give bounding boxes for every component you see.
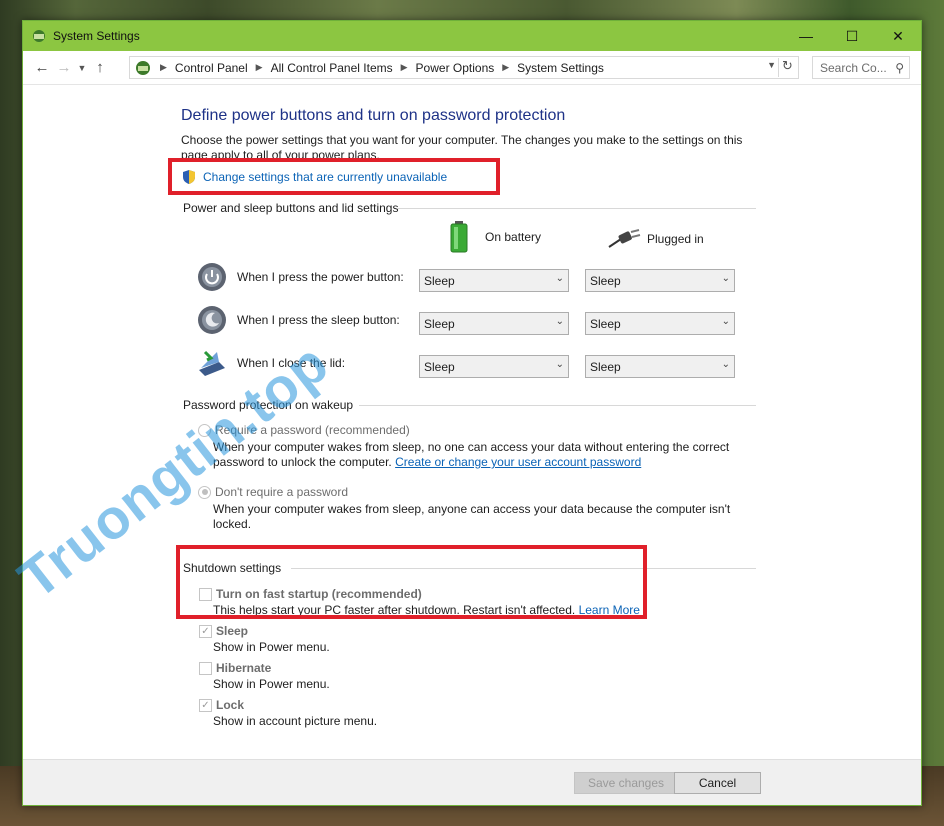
refresh-icon[interactable]: ↻	[778, 58, 796, 77]
highlight-box-change-settings	[168, 158, 500, 195]
system-settings-window: System Settings — ☐ ✕ ← → ▼ ↑ ▶ Control …	[22, 20, 922, 806]
address-dropdown-icon[interactable]: ▼	[767, 60, 776, 70]
forward-arrow-icon[interactable]: →	[53, 59, 75, 76]
close-button[interactable]: ✕	[875, 21, 921, 51]
laptop-lid-icon	[199, 350, 225, 376]
chevron-down-icon: ⌄	[555, 273, 564, 284]
sleep-button-plugged-select[interactable]: Sleep ⌄	[585, 312, 735, 335]
checkmark-icon[interactable]: ✓	[199, 698, 212, 712]
no-password-label: Don't require a password	[215, 485, 349, 499]
title-bar: System Settings — ☐ ✕	[23, 21, 921, 51]
footer-bar: Save changes Cancel	[23, 759, 921, 805]
chevron-down-icon: ⌄	[555, 316, 564, 327]
checkbox-icon[interactable]	[199, 661, 212, 675]
back-arrow-icon[interactable]: ←	[31, 59, 53, 76]
power-button-icon	[198, 263, 226, 291]
search-placeholder: Search Co...	[820, 60, 887, 75]
breadcrumb-system-settings[interactable]: System Settings	[517, 61, 604, 75]
chevron-down-icon: ⌄	[721, 359, 730, 370]
plugged-in-header: Plugged in	[607, 229, 704, 249]
plugged-in-label: Plugged in	[647, 232, 704, 246]
breadcrumb-all-items[interactable]: All Control Panel Items	[271, 61, 393, 75]
sleep-checkbox[interactable]: ✓ Sleep	[199, 624, 248, 638]
battery-icon	[450, 221, 468, 253]
power-button-label: When I press the power button:	[237, 270, 404, 284]
checkmark-icon[interactable]: ✓	[199, 624, 212, 638]
window-title: System Settings	[53, 29, 140, 43]
maximize-button[interactable]: ☐	[829, 21, 875, 51]
hibernate-checkbox[interactable]: Hibernate	[199, 661, 271, 675]
sleep-button-battery-select[interactable]: Sleep ⌄	[419, 312, 569, 335]
lid-plugged-select[interactable]: Sleep ⌄	[585, 355, 735, 378]
chevron-down-icon: ⌄	[721, 273, 730, 284]
up-arrow-icon[interactable]: ↑	[89, 59, 111, 76]
power-section-title: Power and sleep buttons and lid settings	[183, 201, 399, 215]
section-divider	[359, 405, 756, 406]
lock-label: Lock	[216, 698, 245, 712]
power-button-plugged-select[interactable]: Sleep ⌄	[585, 269, 735, 292]
search-box[interactable]: Search Co... ⚲	[812, 56, 910, 79]
sleep-description: Show in Power menu.	[213, 640, 330, 654]
chevron-down-icon: ⌄	[721, 316, 730, 327]
hibernate-label: Hibernate	[216, 661, 272, 675]
highlight-box-shutdown	[176, 545, 647, 619]
lid-battery-select[interactable]: Sleep ⌄	[419, 355, 569, 378]
breadcrumb-separator-icon: ▶	[400, 62, 408, 72]
require-password-description: When your computer wakes from sleep, no …	[213, 440, 730, 469]
on-battery-label: On battery	[485, 230, 542, 244]
chevron-down-icon: ⌄	[555, 359, 564, 370]
navigation-bar: ← → ▼ ↑ ▶ Control Panel ▶ All Control Pa…	[23, 51, 921, 85]
breadcrumb-separator-icon: ▶	[160, 62, 167, 72]
control-panel-icon	[136, 60, 150, 75]
sleep-button-label: When I press the sleep button:	[237, 313, 400, 327]
create-password-link[interactable]: Create or change your user account passw…	[395, 455, 641, 469]
address-bar[interactable]: ▶ Control Panel ▶ All Control Panel Item…	[129, 56, 799, 79]
page-title: Define power buttons and turn on passwor…	[181, 107, 566, 124]
no-password-radio[interactable]: Don't require a password	[198, 485, 348, 499]
on-battery-header: On battery	[449, 221, 541, 253]
lock-description: Show in account picture menu.	[213, 714, 378, 728]
power-plug-icon	[608, 229, 641, 248]
power-button-row: When I press the power button:	[197, 262, 417, 292]
lock-checkbox[interactable]: ✓ Lock	[199, 698, 244, 712]
hibernate-description: Show in Power menu.	[213, 677, 330, 691]
search-icon[interactable]: ⚲	[895, 61, 904, 75]
power-button-battery-select[interactable]: Sleep ⌄	[419, 269, 569, 292]
sleep-label: Sleep	[216, 624, 249, 638]
recent-locations-chevron-icon[interactable]: ▼	[75, 63, 89, 73]
breadcrumb-control-panel[interactable]: Control Panel	[175, 61, 248, 75]
section-divider	[397, 208, 756, 209]
power-options-icon	[33, 30, 45, 42]
breadcrumb-separator-icon: ▶	[502, 62, 510, 72]
save-changes-button[interactable]: Save changes	[574, 772, 678, 794]
no-password-description: When your computer wakes from sleep, any…	[213, 502, 731, 531]
breadcrumb-power-options[interactable]: Power Options	[416, 61, 495, 75]
cancel-button[interactable]: Cancel	[674, 772, 761, 794]
breadcrumb-separator-icon: ▶	[255, 62, 263, 72]
sleep-button-row: When I press the sleep button:	[197, 305, 417, 335]
sleep-button-icon	[198, 306, 226, 334]
minimize-button[interactable]: —	[783, 21, 829, 51]
